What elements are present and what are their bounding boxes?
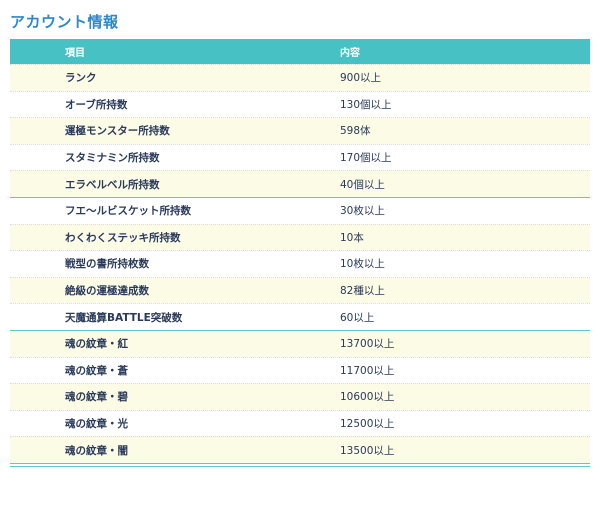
row-value: 60以上 <box>340 311 375 324</box>
row-item: オーブ所持数 <box>65 98 128 111</box>
row-value: 11700以上 <box>340 364 395 377</box>
row-item: 運極モンスター所持数 <box>65 125 170 138</box>
row-item: ランク <box>65 72 97 85</box>
table-row: わくわくステッキ所持数 10本 <box>10 223 590 251</box>
row-item: わくわくステッキ所持数 <box>65 231 181 244</box>
account-info-table: 項目 内容 ランク 900以上 オーブ所持数 130個以上 運極モンスター所持数… <box>10 39 590 467</box>
table-header: 項目 内容 <box>10 39 590 64</box>
page: アカウント情報 項目 内容 ランク 900以上 オーブ所持数 130個以上 運極… <box>0 0 600 506</box>
table-row: 運極モンスター所持数 598体 <box>10 117 590 144</box>
row-value: 130個以上 <box>340 98 392 111</box>
row-value: 13500以上 <box>340 444 395 457</box>
table-row: フエ〜ルビスケット所持数 30枚以上 <box>10 196 590 224</box>
header-content: 内容 <box>340 48 360 59</box>
table-row: エラベルベル所持数 40個以上 <box>10 170 590 197</box>
row-item: 天魔通算BATTLE突破数 <box>65 311 183 324</box>
row-item: 魂の紋章・闇 <box>65 444 128 457</box>
row-item: 魂の紋章・碧 <box>65 391 128 404</box>
row-item: 魂の紋章・光 <box>65 418 128 431</box>
row-value: 900以上 <box>340 72 382 85</box>
row-value: 10枚以上 <box>340 258 385 271</box>
row-value: 12500以上 <box>340 418 395 431</box>
row-value: 40個以上 <box>340 178 385 191</box>
row-value: 82種以上 <box>340 285 385 298</box>
table-row: 絶級の運極達成数 82種以上 <box>10 276 590 304</box>
table-row: 魂の紋章・光 12500以上 <box>10 409 590 437</box>
row-value: 170個以上 <box>340 152 392 165</box>
row-value: 598体 <box>340 125 371 138</box>
row-value: 13700以上 <box>340 338 395 351</box>
table-row: 魂の紋章・蒼 11700以上 <box>10 356 590 384</box>
row-item: フエ〜ルビスケット所持数 <box>65 205 191 218</box>
row-item: 戦型の書所持枚数 <box>65 258 149 271</box>
page-title: アカウント情報 <box>10 13 119 31</box>
row-item: 魂の紋章・紅 <box>65 338 128 351</box>
table-row: 魂の紋章・闇 13500以上 <box>10 436 590 463</box>
row-item: 魂の紋章・蒼 <box>65 364 128 377</box>
table-row: 魂の紋章・紅 13700以上 <box>10 329 590 357</box>
table-row: スタミナミン所持数 170個以上 <box>10 143 590 171</box>
row-value: 10本 <box>340 231 364 244</box>
row-value: 10600以上 <box>340 391 395 404</box>
row-value: 30枚以上 <box>340 205 385 218</box>
table-row: 戦型の書所持枚数 10枚以上 <box>10 250 590 277</box>
table-row: 魂の紋章・碧 10600以上 <box>10 383 590 410</box>
table-row: ランク 900以上 <box>10 64 590 91</box>
row-item: 絶級の運極達成数 <box>65 285 149 298</box>
row-item: スタミナミン所持数 <box>65 152 160 165</box>
row-item: エラベルベル所持数 <box>65 178 160 191</box>
table-row: 天魔通算BATTLE突破数 60以上 <box>10 303 590 330</box>
table-row: オーブ所持数 130個以上 <box>10 90 590 118</box>
header-item: 項目 <box>65 48 85 59</box>
